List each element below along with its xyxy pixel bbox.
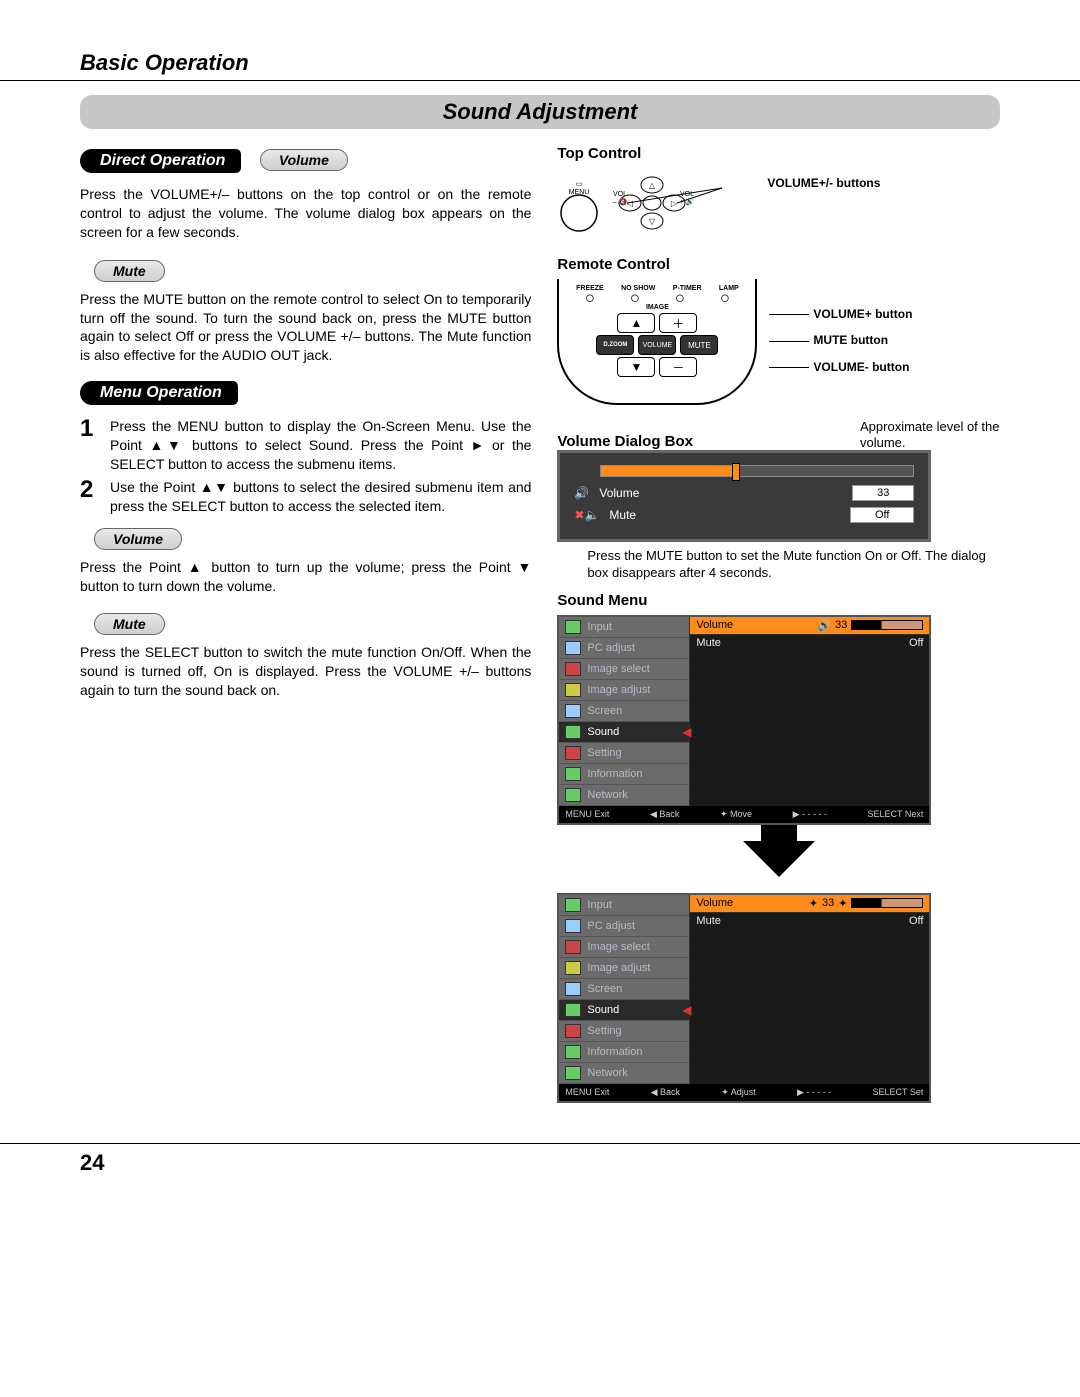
volume-paragraph-1: Press the VOLUME+/– buttons on the top c… (80, 185, 531, 242)
remote-up-button[interactable]: ▲ (617, 313, 655, 333)
sound-menu-osd-2: InputPC adjustImage selectImage adjustSc… (557, 893, 931, 1103)
section-banner: Sound Adjustment (80, 95, 1000, 129)
remote-dzoom-button[interactable]: D.ZOOM (596, 335, 634, 355)
top-rule (0, 80, 1080, 81)
volume-pill-1: Volume (260, 149, 348, 171)
svg-text:▭: ▭ (576, 181, 583, 188)
step-2-text: Use the Point ▲▼ buttons to select the d… (110, 478, 531, 516)
volume-dialog-box: 🔊 Volume 33 ✖🔈 Mute Off (557, 450, 931, 542)
mute-paragraph-1: Press the MUTE button on the remote cont… (80, 290, 531, 366)
osd-item-sound: Sound (559, 722, 689, 743)
down-arrow-icon (743, 841, 815, 877)
volume-dialog-heading: Volume Dialog Box (557, 433, 693, 450)
direct-operation-heading: Direct Operation (80, 149, 241, 173)
remote-volume-button[interactable]: VOLUME (638, 335, 676, 355)
remote-volume-minus[interactable]: － (659, 357, 697, 377)
svg-text:VOL: VOL (613, 191, 627, 198)
mute-paragraph-2: Press the SELECT button to switch the mu… (80, 643, 531, 700)
osd-item-screen: Screen (559, 979, 689, 1000)
vd-volume-label: Volume (599, 486, 639, 500)
osd-item-pc-adjust: PC adjust (559, 916, 689, 937)
osd-item-network: Network (559, 785, 689, 806)
step-1-text: Press the MENU button to display the On-… (110, 417, 531, 474)
chapter-title: Basic Operation (80, 50, 1000, 76)
label-mute: MUTE button (769, 327, 912, 353)
svg-text:▷: ▷ (671, 199, 678, 208)
remote-control-diagram: FREEZE NO SHOW P-TIMER LAMP ◯◯◯◯ IMAGE ▲… (557, 279, 1000, 405)
step-1: 1 Press the MENU button to display the O… (80, 417, 531, 474)
approx-level-note: Approximate level of the volume. (860, 419, 1000, 450)
osd-item-input: Input (559, 617, 689, 638)
mute-pill-1: Mute (94, 260, 165, 282)
page-number: 24 (80, 1150, 1000, 1176)
bottom-rule (0, 1143, 1080, 1144)
remote-control-heading: Remote Control (557, 256, 1000, 273)
remote-volume-plus[interactable]: ＋ (659, 313, 697, 333)
sound-menu-heading: Sound Menu (557, 592, 1000, 609)
osd-item-network: Network (559, 1063, 689, 1084)
svg-text:MENU: MENU (569, 189, 590, 196)
volume-buttons-label: VOLUME+/- buttons (767, 176, 880, 190)
vd-mute-label: Mute (609, 508, 636, 522)
menu-operation-heading: Menu Operation (80, 381, 238, 405)
remote-mute-button[interactable]: MUTE (680, 335, 718, 355)
svg-text:◁: ◁ (627, 199, 634, 208)
osd-item-image-adjust: Image adjust (559, 958, 689, 979)
svg-text:– 🔇: – 🔇 (613, 197, 628, 206)
osd-item-setting: Setting (559, 1021, 689, 1042)
osd-item-image-select: Image select (559, 937, 689, 958)
svg-text:△: △ (649, 181, 656, 190)
step-2-number: 2 (80, 478, 102, 516)
vd-caption: Press the MUTE button to set the Mute fu… (587, 548, 1000, 582)
osd-item-image-select: Image select (559, 659, 689, 680)
osd-item-input: Input (559, 895, 689, 916)
osd-item-setting: Setting (559, 743, 689, 764)
volume-paragraph-2: Press the Point ▲ button to turn up the … (80, 558, 531, 596)
vd-mute-value: Off (850, 507, 914, 523)
volume-pill-2: Volume (94, 528, 182, 550)
osd-item-pc-adjust: PC adjust (559, 638, 689, 659)
osd-item-image-adjust: Image adjust (559, 680, 689, 701)
vd-volume-value: 33 (852, 485, 914, 501)
osd-item-information: Information (559, 764, 689, 785)
svg-text:▽: ▽ (649, 217, 656, 226)
mute-pill-2: Mute (94, 613, 165, 635)
sound-menu-osd-1: InputPC adjustImage selectImage adjustSc… (557, 615, 931, 825)
osd-item-information: Information (559, 1042, 689, 1063)
step-1-number: 1 (80, 417, 102, 474)
step-2: 2 Use the Point ▲▼ buttons to select the… (80, 478, 531, 516)
osd-item-sound: Sound (559, 1000, 689, 1021)
label-volume-minus: VOLUME- button (769, 354, 912, 380)
label-volume-plus: VOLUME+ button (769, 301, 912, 327)
top-control-diagram: ▭ MENU △ ▽ ◁ ▷ VOL – 🔇 (557, 168, 1000, 238)
volume-bar (600, 465, 914, 477)
remote-down-button[interactable]: ▼ (617, 357, 655, 377)
top-control-heading: Top Control (557, 145, 1000, 162)
osd-item-screen: Screen (559, 701, 689, 722)
